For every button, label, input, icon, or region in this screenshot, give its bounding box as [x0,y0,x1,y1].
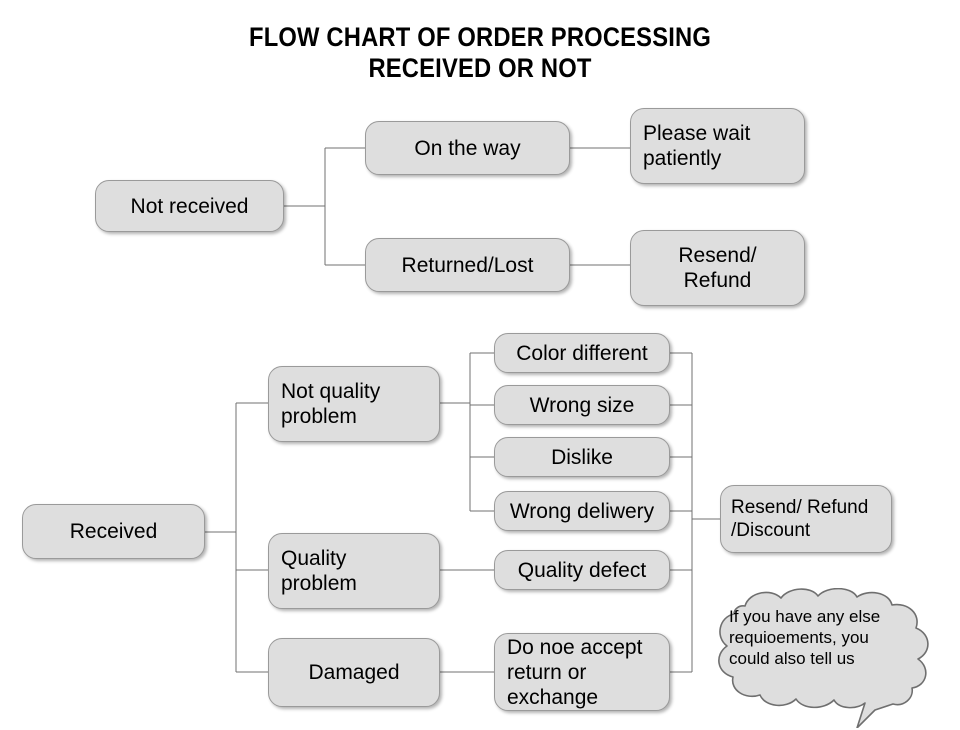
node-resend-refund[interactable]: Resend/ Refund [630,230,805,306]
node-not-quality-problem[interactable]: Not quality problem [268,366,440,442]
page-title: FLOW CHART OF ORDER PROCESSING RECEIVED … [58,22,903,84]
node-damaged[interactable]: Damaged [268,638,440,707]
node-quality-defect[interactable]: Quality defect [494,550,670,590]
page-title-line-2: RECEIVED OR NOT [368,53,592,83]
node-returned-lost-label: Returned/Lost [401,253,534,277]
node-wrong-size-label: Wrong size [529,393,635,417]
node-not-quality-problem-label: Not quality problem [281,380,381,428]
page-title-line-1: FLOW CHART OF ORDER PROCESSING [249,22,711,52]
node-damaged-label: Damaged [308,661,400,684]
node-not-received-label: Not received [130,194,249,218]
node-quality-problem[interactable]: Quality problem [268,533,440,609]
node-wrong-deliwery[interactable]: Wrong deliwery [494,491,670,531]
node-please-wait-patiently[interactable]: Please wait patiently [630,108,805,184]
node-on-the-way[interactable]: On the way [365,121,570,175]
note-speech-bubble[interactable]: If you have any else requioements, you c… [705,588,945,728]
node-not-received[interactable]: Not received [95,180,284,232]
node-quality-problem-label: Quality problem [281,547,357,595]
node-do-not-accept-return-or-exchange[interactable]: Do noe accept return or exchange [494,633,670,711]
node-quality-defect-label: Quality defect [517,558,647,582]
node-on-the-way-label: On the way [414,136,521,160]
node-resend-refund-label: Resend/ Refund [678,244,757,292]
node-wrong-size[interactable]: Wrong size [494,385,670,425]
node-resend-refund-discount[interactable]: Resend/ Refund /Discount [720,485,892,553]
speech-bubble-text: If you have any else requioements, you c… [729,607,881,668]
node-received-label: Received [69,520,158,543]
flowchart-canvas: FLOW CHART OF ORDER PROCESSING RECEIVED … [0,0,960,730]
node-please-wait-patiently-label: Please wait patiently [643,122,751,170]
node-received[interactable]: Received [22,504,205,559]
node-color-different[interactable]: Color different [494,333,670,373]
node-wrong-deliwery-label: Wrong deliwery [509,499,655,523]
node-do-not-accept-label: Do noe accept return or exchange [507,635,643,709]
node-dislike[interactable]: Dislike [494,437,670,477]
node-returned-lost[interactable]: Returned/Lost [365,238,570,292]
node-resend-refund-discount-label: Resend/ Refund /Discount [731,497,869,541]
node-dislike-label: Dislike [551,445,613,469]
node-color-different-label: Color different [516,341,648,365]
